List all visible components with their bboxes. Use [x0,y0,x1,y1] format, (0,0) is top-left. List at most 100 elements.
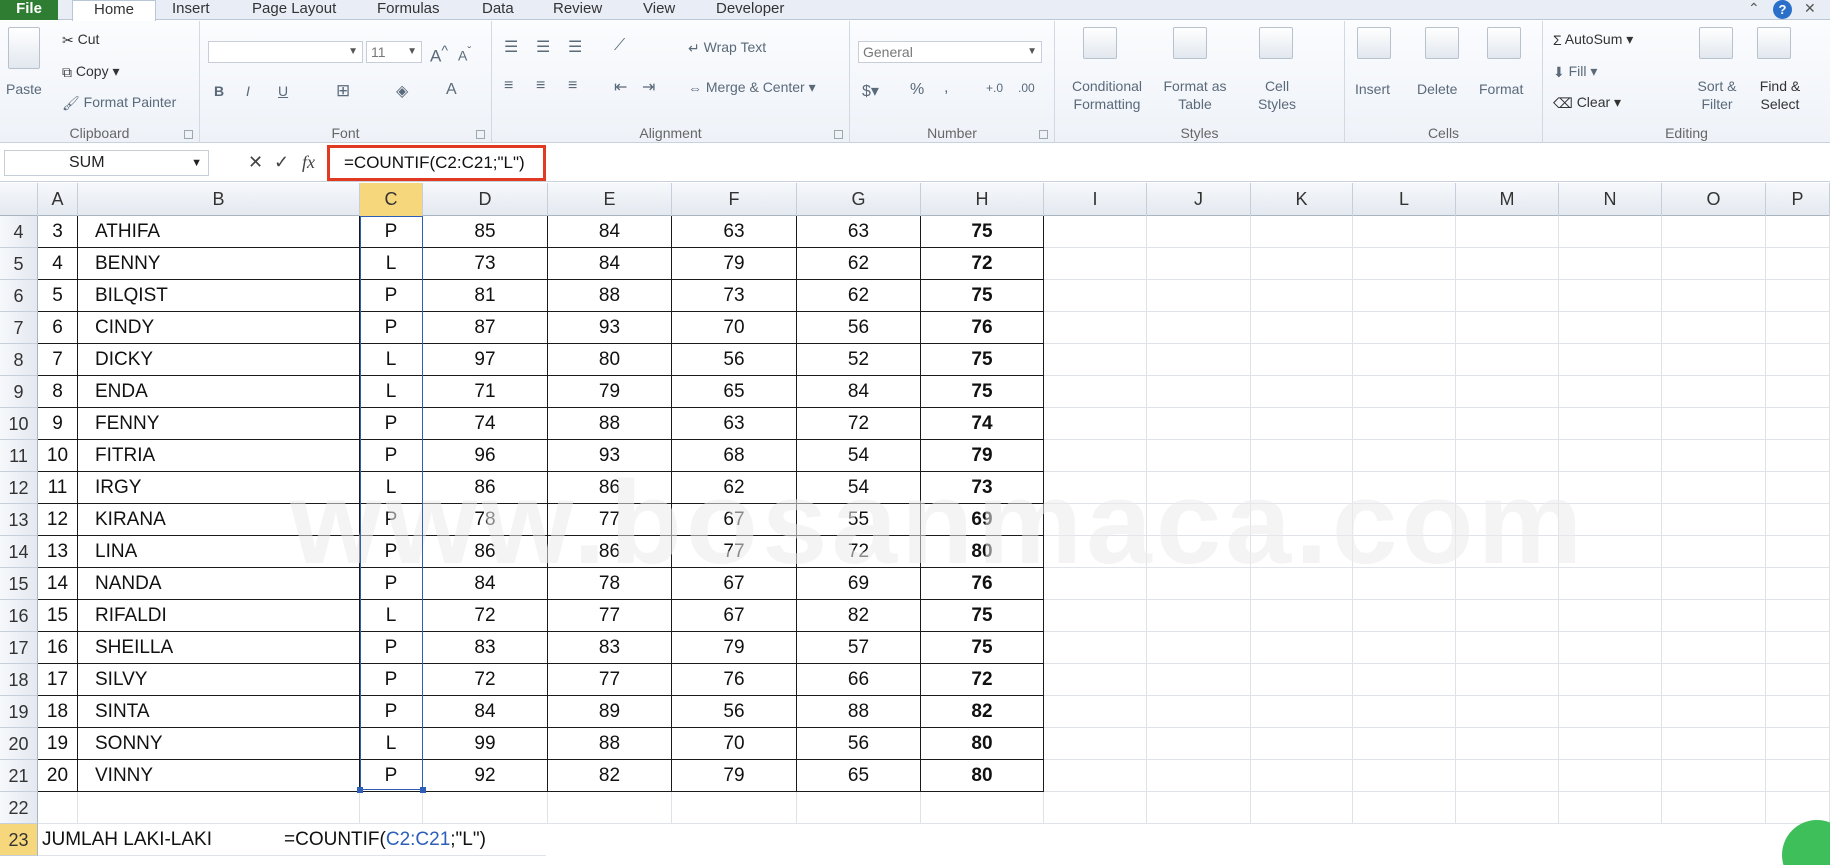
empty-cell[interactable] [1766,216,1830,248]
cell-f[interactable]: 56 [672,696,797,728]
cell-no[interactable]: 16 [38,632,78,664]
empty-cell[interactable] [1662,760,1766,792]
column-header-c[interactable]: C [360,183,423,216]
cell-name[interactable]: SINTA [78,696,360,728]
empty-cell[interactable] [1251,760,1353,792]
empty-cell[interactable] [1353,280,1456,312]
empty-cell[interactable] [1044,600,1147,632]
cell-name[interactable]: VINNY [78,760,360,792]
cell-g[interactable]: P [360,760,423,792]
cell-g[interactable]: L [360,344,423,376]
empty-cell[interactable] [1766,376,1830,408]
selection-handle[interactable] [357,787,363,793]
cell-d[interactable]: 74 [423,408,548,440]
empty-cell[interactable] [1662,568,1766,600]
select-all-corner[interactable] [0,183,38,216]
row-header[interactable]: 4 [0,216,38,248]
cell-name[interactable]: CINDY [78,312,360,344]
insert-function-icon[interactable]: fx [302,152,315,173]
cell-f[interactable]: 65 [672,376,797,408]
cell-e[interactable]: 82 [548,760,672,792]
empty-cell[interactable] [1456,408,1559,440]
cell-g[interactable]: P [360,664,423,696]
cell-e[interactable]: 79 [548,376,672,408]
empty-cell[interactable] [1456,312,1559,344]
cell-no[interactable]: 10 [38,440,78,472]
cell-gv[interactable]: 62 [797,248,921,280]
empty-cell[interactable] [1662,664,1766,696]
cell-gv[interactable]: 56 [797,728,921,760]
empty-cell[interactable] [360,792,423,824]
empty-cell[interactable] [1662,536,1766,568]
column-header-g[interactable]: G [797,183,921,216]
cell-e[interactable]: 84 [548,216,672,248]
cell-h[interactable]: 72 [921,664,1044,696]
cell-g[interactable]: P [360,216,423,248]
empty-cell[interactable] [423,792,548,824]
empty-cell[interactable] [1456,696,1559,728]
empty-cell[interactable] [78,792,360,824]
cell-d[interactable]: 73 [423,248,548,280]
cell-d[interactable]: 71 [423,376,548,408]
empty-cell[interactable] [1559,600,1662,632]
empty-cell[interactable] [1456,728,1559,760]
empty-cell[interactable] [1251,632,1353,664]
cell-no[interactable]: 20 [38,760,78,792]
empty-cell[interactable] [1766,440,1830,472]
insert-cells-button[interactable]: Insert [1355,81,1390,97]
row-header[interactable]: 10 [0,408,38,440]
empty-cell[interactable] [1044,248,1147,280]
empty-cell[interactable] [1044,344,1147,376]
cell-f[interactable]: 56 [672,344,797,376]
row-header[interactable]: 11 [0,440,38,472]
empty-cell[interactable] [1353,792,1456,824]
empty-cell[interactable] [1147,792,1251,824]
empty-cell[interactable] [1662,600,1766,632]
cell-e[interactable]: 80 [548,344,672,376]
orientation-icon[interactable]: ⟋ [614,37,625,55]
cell-gv[interactable]: 63 [797,216,921,248]
tab-review[interactable]: Review [553,0,602,20]
cell-f[interactable]: 63 [672,408,797,440]
empty-cell[interactable] [1662,216,1766,248]
number-launcher-icon[interactable]: . [1039,130,1048,139]
empty-cell[interactable] [1559,216,1662,248]
cell-name[interactable]: FENNY [78,408,360,440]
empty-cell[interactable] [1662,408,1766,440]
tab-insert[interactable]: Insert [172,0,210,20]
empty-cell[interactable] [1251,216,1353,248]
cell-gv[interactable]: 65 [797,760,921,792]
close-icon[interactable]: ✕ [1804,0,1816,17]
empty-cell[interactable] [1251,248,1353,280]
empty-cell[interactable] [1456,280,1559,312]
empty-cell[interactable] [1456,248,1559,280]
row-header[interactable]: 8 [0,344,38,376]
cell-f[interactable]: 79 [672,248,797,280]
align-top-icon[interactable]: ☰ [504,37,518,57]
clipboard-launcher-icon[interactable]: . [184,130,193,139]
font-color-icon[interactable]: A [446,81,457,99]
row-header[interactable]: 5 [0,248,38,280]
cell-no[interactable]: 19 [38,728,78,760]
column-header-f[interactable]: F [672,183,797,216]
empty-cell[interactable] [1147,728,1251,760]
currency-icon[interactable]: $▾ [862,81,879,101]
minimize-ribbon-icon[interactable]: ⌃ [1748,0,1760,17]
column-header-l[interactable]: L [1353,183,1456,216]
cell-no[interactable]: 8 [38,376,78,408]
cell-gv[interactable]: 57 [797,632,921,664]
cell-g[interactable]: P [360,632,423,664]
empty-cell[interactable] [1559,792,1662,824]
paste-button[interactable]: Paste [6,81,42,97]
empty-cell[interactable] [1766,344,1830,376]
empty-cell[interactable] [1662,344,1766,376]
empty-cell[interactable] [921,792,1044,824]
empty-cell[interactable] [1766,696,1830,728]
empty-cell[interactable] [1456,216,1559,248]
empty-cell[interactable] [1251,792,1353,824]
empty-cell[interactable] [1559,632,1662,664]
cell-h[interactable]: 74 [921,408,1044,440]
row-header[interactable]: 12 [0,472,38,504]
empty-cell[interactable] [1662,312,1766,344]
align-center-icon[interactable]: ≡ [536,77,545,95]
